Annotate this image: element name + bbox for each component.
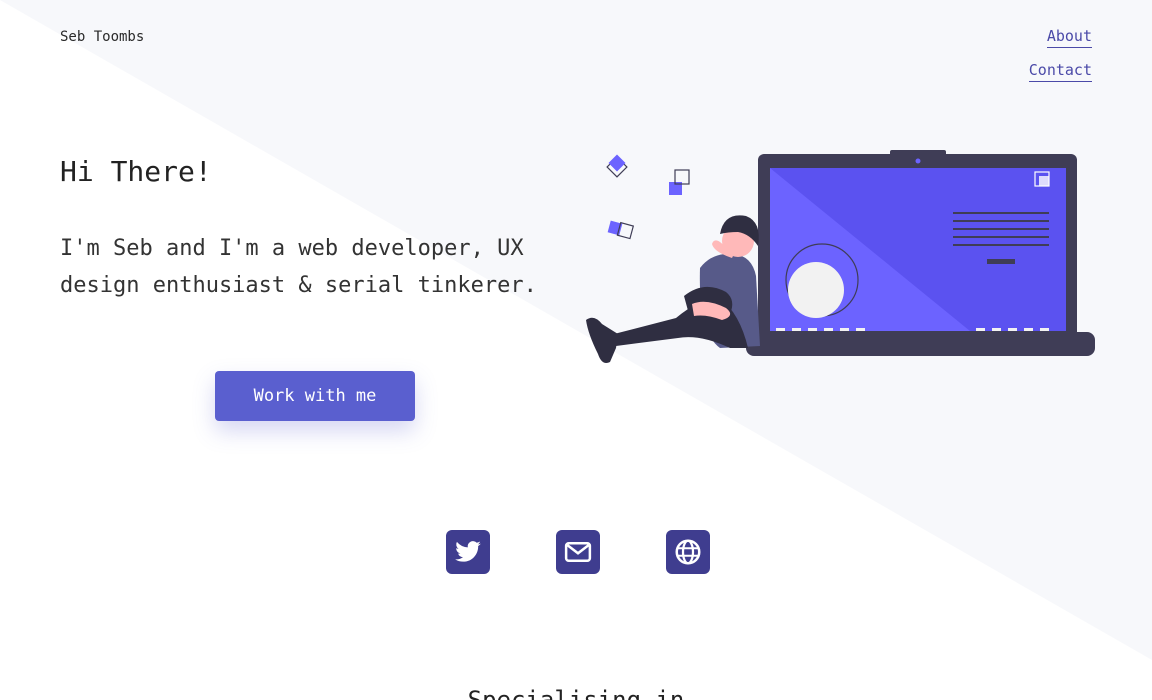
work-with-me-button[interactable]: Work with me xyxy=(215,371,415,421)
specialising-heading: Specialising in xyxy=(467,686,685,700)
globe-icon xyxy=(675,539,701,565)
social-links xyxy=(446,530,710,574)
envelope-icon xyxy=(564,542,592,562)
brand-link[interactable]: Seb Toombs xyxy=(60,29,144,45)
person-graphic xyxy=(586,215,760,363)
twitter-button[interactable] xyxy=(446,530,490,574)
page: Seb Toombs About Contact Hi There! I'm S… xyxy=(0,0,1152,700)
nav-link-about[interactable]: About xyxy=(1046,27,1092,48)
hero-intro: I'm Seb and I'm a web developer, UX desi… xyxy=(60,236,537,298)
main-nav: About Contact xyxy=(1028,27,1092,82)
nav-link-contact[interactable]: Contact xyxy=(1028,61,1092,82)
email-button[interactable] xyxy=(556,530,600,574)
website-button[interactable] xyxy=(666,530,710,574)
laptop-graphic xyxy=(746,150,1095,356)
floating-shapes xyxy=(606,154,690,240)
twitter-icon xyxy=(455,541,481,562)
developer-illustration xyxy=(586,150,1095,363)
hero-title: Hi There! xyxy=(60,155,212,188)
